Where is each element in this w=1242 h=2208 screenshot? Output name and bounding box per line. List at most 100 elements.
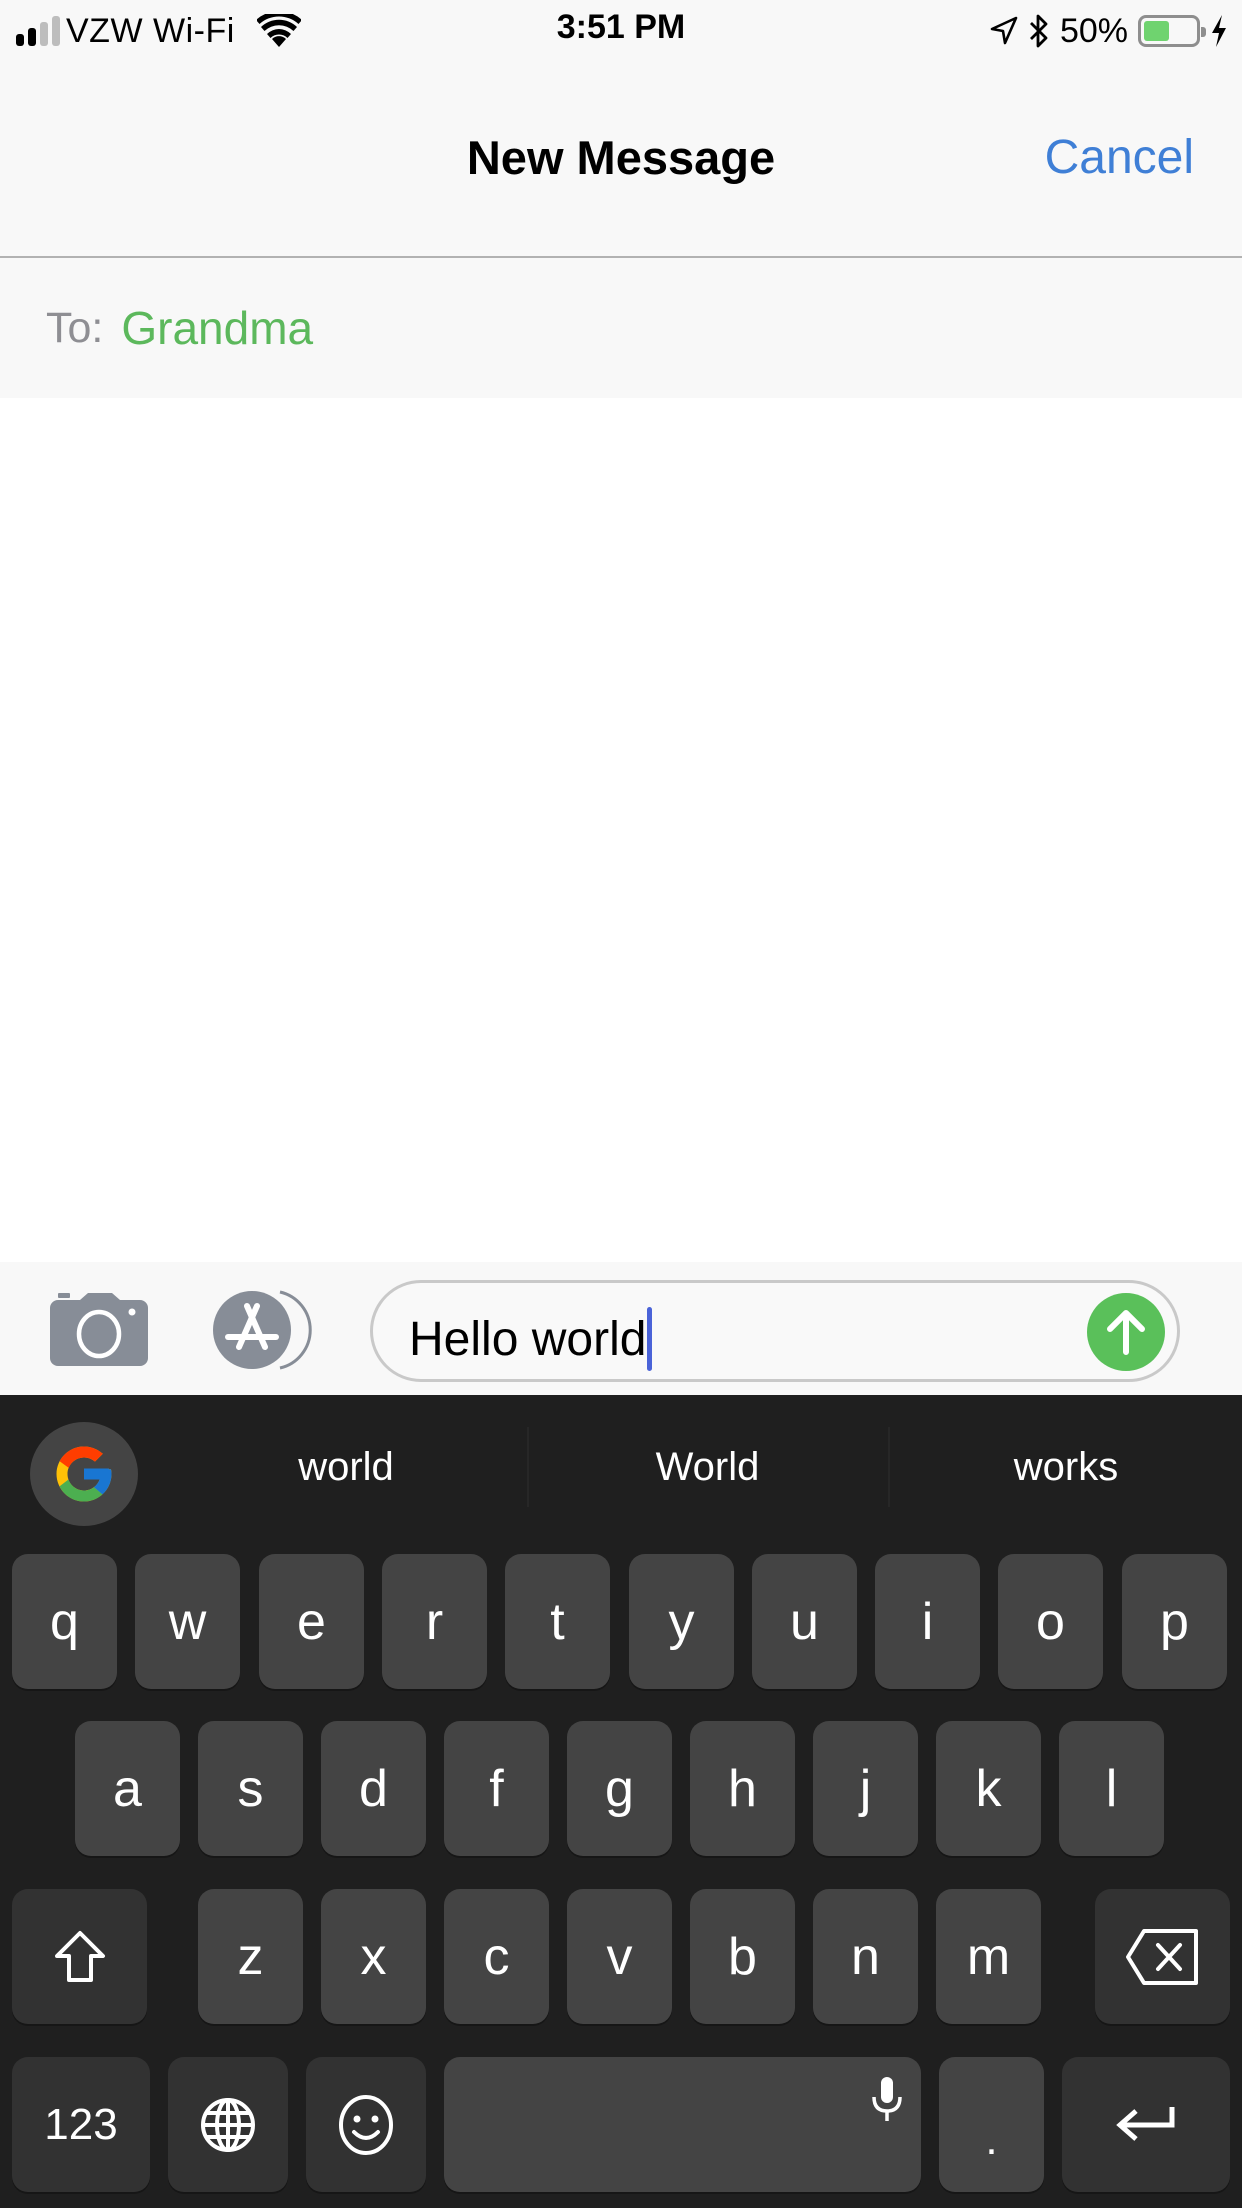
- period-key[interactable]: .: [939, 2057, 1044, 2192]
- key-label: y: [668, 1592, 695, 1651]
- key-a[interactable]: a: [75, 1721, 180, 1856]
- message-thread-area: [0, 398, 1242, 1262]
- key-label: n: [851, 1927, 880, 1986]
- key-p[interactable]: p: [1122, 1554, 1227, 1689]
- key-u[interactable]: u: [752, 1554, 857, 1689]
- key-s[interactable]: s: [198, 1721, 303, 1856]
- suggestion-bar: world World works: [0, 1395, 1242, 1545]
- key-label: t: [550, 1592, 565, 1651]
- return-key[interactable]: [1062, 2057, 1230, 2192]
- key-label: x: [360, 1927, 387, 1986]
- key-n[interactable]: n: [813, 1889, 918, 2024]
- key-i[interactable]: i: [875, 1554, 980, 1689]
- text-caret: [647, 1307, 653, 1371]
- key-r[interactable]: r: [382, 1554, 487, 1689]
- key-label: c: [483, 1927, 510, 1986]
- key-label: j: [859, 1759, 872, 1818]
- apps-button[interactable]: [210, 1290, 320, 1370]
- emoji-icon: [339, 2094, 393, 2155]
- to-label: To:: [46, 303, 104, 352]
- key-label: a: [113, 1759, 142, 1818]
- key-label: r: [425, 1592, 444, 1651]
- key-b[interactable]: b: [690, 1889, 795, 2024]
- message-input[interactable]: Hello world: [370, 1280, 1180, 1382]
- key-v[interactable]: v: [567, 1889, 672, 2024]
- period-key-label: .: [985, 2114, 998, 2164]
- numbers-key[interactable]: 123: [12, 2057, 150, 2192]
- key-m[interactable]: m: [936, 1889, 1041, 2024]
- key-g[interactable]: g: [567, 1721, 672, 1856]
- message-text: Hello world: [409, 1312, 647, 1366]
- backspace-icon: [1125, 1928, 1198, 1985]
- message-input-text: Hello world: [409, 1307, 653, 1371]
- google-g-icon: [56, 1446, 112, 1502]
- app-store-icon: [213, 1290, 312, 1370]
- compose-bar: Hello world: [0, 1262, 1242, 1395]
- key-label: o: [1036, 1592, 1065, 1651]
- microphone-icon[interactable]: [871, 2075, 903, 2123]
- status-bar: VZW Wi-Fi 3:51 PM 50%: [0, 0, 1242, 62]
- key-label: z: [237, 1927, 264, 1986]
- key-label: v: [606, 1927, 633, 1986]
- bluetooth-icon: [1029, 14, 1048, 48]
- arrow-up-icon: [1107, 1310, 1145, 1355]
- key-x[interactable]: x: [321, 1889, 426, 2024]
- globe-icon: [201, 2097, 255, 2152]
- key-label: d: [359, 1759, 388, 1818]
- key-w[interactable]: w: [135, 1554, 240, 1689]
- numbers-key-label: 123: [44, 2099, 118, 2149]
- key-label: q: [50, 1592, 79, 1651]
- key-label: h: [728, 1759, 757, 1818]
- key-label: p: [1160, 1592, 1189, 1651]
- shift-key[interactable]: [12, 1889, 147, 2024]
- return-icon: [1116, 2106, 1175, 2141]
- key-label: s: [237, 1759, 264, 1818]
- key-d[interactable]: d: [321, 1721, 426, 1856]
- battery-level-fill: [1144, 21, 1169, 41]
- status-bar-right: 50%: [990, 10, 1228, 52]
- key-label: k: [975, 1759, 1002, 1818]
- battery-percent: 50%: [1059, 11, 1128, 50]
- battery-nub: [1201, 27, 1206, 37]
- key-l[interactable]: l: [1059, 1721, 1164, 1856]
- backspace-key[interactable]: [1095, 1889, 1230, 2024]
- key-q[interactable]: q: [12, 1554, 117, 1689]
- key-label: m: [966, 1927, 1011, 1986]
- key-t[interactable]: t: [505, 1554, 610, 1689]
- globe-key[interactable]: [168, 2057, 288, 2192]
- key-label: g: [605, 1759, 634, 1818]
- key-y[interactable]: y: [629, 1554, 734, 1689]
- camera-button[interactable]: [50, 1290, 148, 1366]
- key-label: e: [297, 1592, 326, 1651]
- suggestion-divider: [527, 1427, 529, 1507]
- emoji-key[interactable]: [306, 2057, 426, 2192]
- recipient-chip[interactable]: Grandma: [121, 301, 313, 355]
- key-label: b: [728, 1927, 757, 1986]
- key-e[interactable]: e: [259, 1554, 364, 1689]
- send-button[interactable]: [1087, 1293, 1165, 1371]
- to-field[interactable]: To: Grandma: [0, 258, 1242, 398]
- google-search-button[interactable]: [30, 1422, 138, 1526]
- shift-icon: [54, 1930, 105, 1982]
- key-label: f: [489, 1759, 504, 1818]
- battery-icon: [1138, 15, 1206, 47]
- key-c[interactable]: c: [444, 1889, 549, 2024]
- key-h[interactable]: h: [690, 1721, 795, 1856]
- key-o[interactable]: o: [998, 1554, 1103, 1689]
- cancel-button[interactable]: Cancel: [1045, 130, 1194, 185]
- suggestion-2[interactable]: World: [530, 1427, 885, 1507]
- key-label: l: [1105, 1759, 1118, 1818]
- suggestion-3[interactable]: works: [890, 1427, 1242, 1507]
- location-arrow-icon: [990, 16, 1018, 45]
- camera-icon: [50, 1293, 148, 1366]
- key-f[interactable]: f: [444, 1721, 549, 1856]
- key-z[interactable]: z: [198, 1889, 303, 2024]
- key-label: i: [921, 1592, 934, 1651]
- key-k[interactable]: k: [936, 1721, 1041, 1856]
- key-j[interactable]: j: [813, 1721, 918, 1856]
- suggestion-1[interactable]: world: [170, 1427, 522, 1507]
- key-label: w: [168, 1592, 207, 1651]
- nav-bar: New Message Cancel: [0, 62, 1242, 258]
- space-key[interactable]: [444, 2057, 921, 2192]
- keyboard: world World works 123 . q w e r t y u i …: [0, 1395, 1242, 2208]
